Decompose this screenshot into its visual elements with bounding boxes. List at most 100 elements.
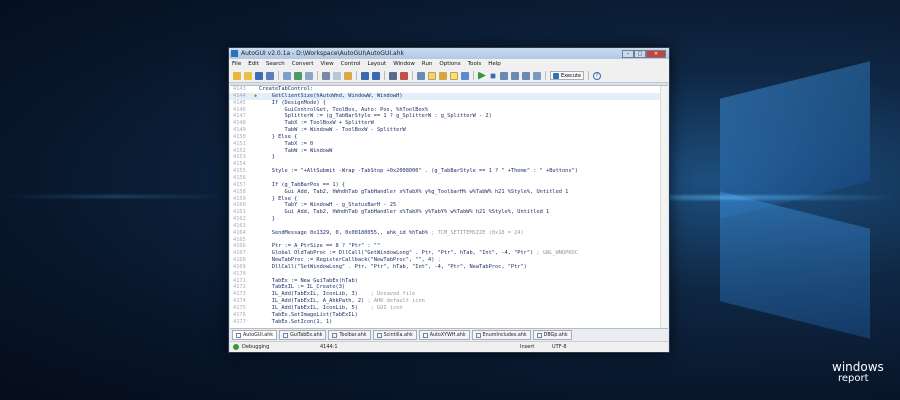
close-button[interactable]: ✕ — [646, 49, 666, 58]
code-line[interactable]: 4145 If (DesignMode) { — [230, 100, 668, 107]
tab-label: AutoGUI.ahk — [243, 332, 274, 338]
file-tab[interactable]: AutoGUI.ahk — [232, 330, 278, 340]
file-tab[interactable]: Toolbar.ahk — [328, 330, 371, 340]
import-icon[interactable] — [294, 71, 302, 80]
save-icon[interactable] — [255, 71, 263, 80]
code-editor[interactable]: 4143 CreateTabControl: 4144 ◆ GetClientSize… — [230, 85, 668, 328]
code-line[interactable]: 4151 TabX := 0 — [230, 141, 668, 148]
help-icon[interactable]: ? — [593, 71, 601, 80]
title-bar[interactable]: AutoGUI v2.0.1a - D:\Workspace\AutoGUI\A… — [229, 48, 669, 59]
stop-icon[interactable] — [490, 73, 496, 78]
menu-edit[interactable]: Edit — [248, 61, 259, 67]
menu-view[interactable]: View — [321, 61, 334, 67]
properties-icon[interactable] — [305, 71, 313, 80]
code-line[interactable]: 4162 } — [230, 216, 668, 223]
redo-icon[interactable] — [372, 71, 380, 80]
form-icon[interactable] — [283, 71, 291, 80]
code-line[interactable]: 4152 TabW := WindowW — [230, 148, 668, 155]
step-over-icon[interactable] — [511, 71, 519, 80]
code-line[interactable]: 4158 Gui Add, Tab2, hWndhTab gTabHandler… — [230, 189, 668, 196]
app-icon — [231, 50, 238, 57]
menu-run[interactable]: Run — [422, 61, 433, 67]
code-line[interactable]: 4147 SplitterW := (g_TabBarStyle == 1 ? … — [230, 113, 668, 120]
code-comment: ; GUI icon — [370, 305, 403, 311]
new-file-icon[interactable] — [233, 71, 241, 80]
menu-control[interactable]: Control — [341, 61, 361, 67]
execute-button[interactable]: Execute — [550, 71, 584, 80]
code-line[interactable]: 4177 TabEx.SetIcon(1, 1) — [230, 319, 668, 326]
file-icon — [536, 332, 542, 338]
minimize-button[interactable]: – — [622, 49, 634, 58]
menu-options[interactable]: Options — [439, 61, 460, 67]
vertical-scrollbar[interactable] — [660, 86, 668, 328]
comment-icon[interactable] — [417, 71, 425, 80]
code-line[interactable]: 4149 TabW := WindowW - ToolBoxW - Splitt… — [230, 127, 668, 134]
debug-window-icon[interactable] — [533, 71, 541, 80]
line-number: 4155 — [233, 168, 246, 175]
file-tab[interactable]: Scintilla.ahk — [372, 330, 417, 340]
menu-window[interactable]: Window — [393, 61, 415, 67]
step-into-icon[interactable] — [500, 71, 508, 80]
code-line[interactable]: 4173 IL_Add(TabExIL, IconLib, 3) ; Unsav… — [230, 291, 668, 298]
code-line[interactable]: 4169 DllCall("SetWindowLong" . Ptr, "Ptr… — [230, 264, 668, 271]
line-number: 4170 — [233, 270, 246, 277]
menu-help[interactable]: Help — [488, 61, 501, 67]
code-line[interactable]: 4143 CreateTabControl: — [230, 86, 668, 93]
paste-icon[interactable] — [344, 71, 352, 80]
copy-icon[interactable] — [333, 71, 341, 80]
code-line[interactable]: 4144 ◆ GetClientSize(hAutoWnd, WindowW, W… — [230, 92, 668, 100]
code-line[interactable]: 4160 TabY := WindowH - g_StatusBarH - 25 — [230, 202, 668, 209]
code-line[interactable]: 4154 — [230, 161, 668, 168]
info-icon[interactable] — [461, 71, 469, 80]
code-line[interactable]: 4150 } Else { — [230, 134, 668, 141]
menu-search[interactable]: Search — [266, 61, 285, 67]
bookmark-icon[interactable] — [439, 71, 447, 80]
maximize-button[interactable]: □ — [634, 49, 646, 58]
file-tab[interactable]: EnumIncludes.ahk — [471, 330, 531, 340]
code-line[interactable]: 4174 IL_Add(TabExIL, A_AhkPath, 2) ; AHK… — [230, 298, 668, 305]
save-all-icon[interactable] — [266, 71, 274, 80]
code-line[interactable]: 4155 Style := "+AltSubmit -Wrap -TabStop… — [230, 168, 668, 175]
code-line[interactable]: 4146 GuiControlGet, ToolBox, Auto: Pos, … — [230, 107, 668, 114]
code-line[interactable]: 4161 Gui Add, Tab2, hWndhTab gTabHandler… — [230, 209, 668, 216]
code-text: TabEx.SetImageList(TabExIL) — [259, 311, 358, 318]
code-line[interactable]: 4167 Global OldTabProc := DllCall("GetWi… — [230, 250, 668, 257]
code-line[interactable]: 4172 TabExIL := IL_Create(3) — [230, 284, 668, 291]
code-line[interactable]: 4176 TabEx.SetImageList(TabExIL) — [230, 312, 668, 319]
menu-file[interactable]: File — [232, 61, 241, 67]
code-line[interactable]: 4165 — [230, 237, 668, 244]
code-line[interactable]: 4170 — [230, 271, 668, 278]
code-text: TabX := 0 — [259, 140, 314, 147]
code-line[interactable]: 4157 If (g_TabBarPos == 1) { — [230, 182, 668, 189]
undo-icon[interactable] — [361, 71, 369, 80]
code-comment: ; AHK default icon — [367, 298, 425, 305]
code-line[interactable]: 4166 Ptr := A_PtrSize == 8 ? "Ptr" : "" — [230, 243, 668, 250]
menu-tools[interactable]: Tools — [468, 61, 482, 67]
code-line[interactable]: 4164 SendMessage 0x1329, 0, 0x00180055,,… — [230, 230, 668, 237]
replace-icon[interactable] — [400, 71, 408, 80]
code-line[interactable]: 4175 IL_Add(TabExIL, IconLib, 5) ; GUI i… — [230, 305, 668, 312]
code-line[interactable]: 4159 } Else { — [230, 196, 668, 203]
cut-icon[interactable] — [322, 71, 330, 80]
find-icon[interactable] — [389, 71, 397, 80]
toggle-icon[interactable] — [428, 71, 436, 80]
code-line[interactable]: 4163 — [230, 223, 668, 230]
code-line[interactable]: 4171 TabEx := New GuiTabEx(hTab) — [230, 278, 668, 285]
line-number: 4156 — [233, 174, 246, 181]
toolbar: Execute ? — [229, 69, 669, 83]
file-tab[interactable]: DBGp.ahk — [532, 330, 572, 340]
code-line[interactable]: 4153 } — [230, 154, 668, 161]
code-line[interactable]: 4168 NewTabProc := RegisterCallback("New… — [230, 257, 668, 264]
code-line[interactable]: 4156 — [230, 175, 668, 182]
highlight-icon[interactable] — [450, 71, 458, 80]
step-out-icon[interactable] — [522, 71, 530, 80]
code-line[interactable]: 4148 TabX := ToolBoxW + SplitterW — [230, 120, 668, 127]
file-tab[interactable]: AutoXYWH.ahk — [418, 330, 470, 340]
menu-layout[interactable]: Layout — [367, 61, 386, 67]
open-folder-icon[interactable] — [244, 71, 252, 80]
menu-convert[interactable]: Convert — [292, 61, 314, 67]
run-icon[interactable] — [478, 71, 486, 80]
code-text: TabW := WindowW — [259, 147, 333, 154]
file-tab[interactable]: GuiTabEx.ahk — [279, 330, 327, 340]
separator — [412, 71, 413, 80]
